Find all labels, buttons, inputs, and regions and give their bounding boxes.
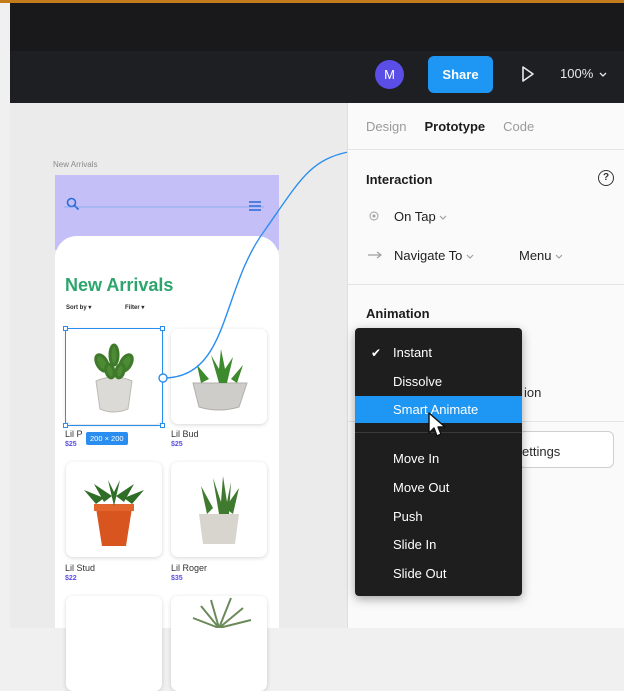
filter-dropdown[interactable]: Filter ▾ (125, 304, 144, 311)
resize-handle[interactable] (160, 423, 165, 428)
chevron-down-icon (599, 72, 607, 77)
panel-tabs: Design Prototype Code (366, 119, 534, 134)
divider (348, 284, 624, 285)
animation-option-label: ion (524, 385, 542, 400)
play-icon[interactable] (520, 64, 536, 84)
size-badge: 200 × 200 (86, 432, 128, 445)
menu-item-slide-in[interactable]: Slide In (393, 537, 436, 552)
frame-label[interactable]: New Arrivals (53, 160, 97, 169)
product-price: $35 (171, 575, 183, 582)
zoom-label: 100% (560, 66, 594, 81)
animation-title: Animation (366, 306, 430, 321)
product-price: $25 (171, 441, 183, 448)
plant-image (84, 480, 144, 546)
trigger-dropdown[interactable]: On Tap (394, 209, 447, 224)
filter-label: Filter (125, 305, 140, 311)
arrow-right-icon (368, 251, 382, 259)
cursor-icon (428, 412, 446, 437)
product-name: Lil Roger (171, 563, 208, 573)
destination-label: Menu (519, 248, 552, 263)
help-icon[interactable]: ? (598, 170, 614, 186)
menu-item-push[interactable]: Push (393, 509, 423, 524)
product-card[interactable] (171, 596, 267, 691)
avatar[interactable]: M (375, 60, 404, 89)
menu-item-move-in[interactable]: Move In (393, 451, 439, 466)
chevron-down-icon (555, 254, 563, 259)
tab-design[interactable]: Design (366, 119, 406, 134)
prototype-connection[interactable] (150, 140, 360, 390)
menu-item-slide-out[interactable]: Slide Out (393, 566, 446, 581)
sort-label: Sort by (66, 305, 87, 311)
selection-box[interactable] (65, 328, 163, 426)
menu-item-move-out[interactable]: Move Out (393, 480, 449, 495)
menu-item-instant[interactable]: Instant (393, 345, 432, 360)
product-price: $25 (65, 441, 77, 448)
menu-item-dissolve[interactable]: Dissolve (393, 374, 442, 389)
product-card[interactable] (66, 462, 162, 557)
resize-handle[interactable] (63, 423, 68, 428)
toolbar (10, 3, 624, 103)
product-card[interactable] (66, 596, 162, 691)
animation-settings-label: ettings (522, 444, 561, 459)
chevron-down-icon (466, 254, 474, 259)
destination-dropdown[interactable]: Menu (519, 248, 563, 263)
interaction-title: Interaction (366, 172, 433, 187)
action-dropdown[interactable]: Navigate To (394, 248, 474, 263)
sort-dropdown[interactable]: Sort by ▾ (66, 304, 91, 311)
divider (348, 149, 624, 150)
product-price: $22 (65, 575, 77, 582)
checkmark-icon: ✔ (371, 346, 382, 360)
chevron-down-icon (439, 215, 447, 220)
trigger-label: On Tap (394, 209, 436, 224)
trigger-icon (369, 211, 379, 221)
zoom-dropdown[interactable]: 100% (560, 66, 607, 81)
product-name: Lil Stud (65, 563, 96, 573)
plant-image (192, 597, 252, 629)
plant-image (199, 476, 239, 544)
tab-prototype[interactable]: Prototype (424, 119, 485, 134)
share-button[interactable]: Share (428, 56, 493, 93)
title-bar (10, 3, 624, 51)
tab-code[interactable]: Code (503, 119, 534, 134)
product-name: Lil Bud (171, 429, 199, 439)
product-name: Lil P (65, 429, 83, 439)
action-label: Navigate To (394, 248, 463, 263)
resize-handle[interactable] (63, 326, 68, 331)
product-card[interactable] (171, 462, 267, 557)
search-icon[interactable] (66, 197, 80, 211)
animation-dropdown-menu[interactable]: ✔ Instant Dissolve Smart Animate Move In… (355, 328, 522, 596)
